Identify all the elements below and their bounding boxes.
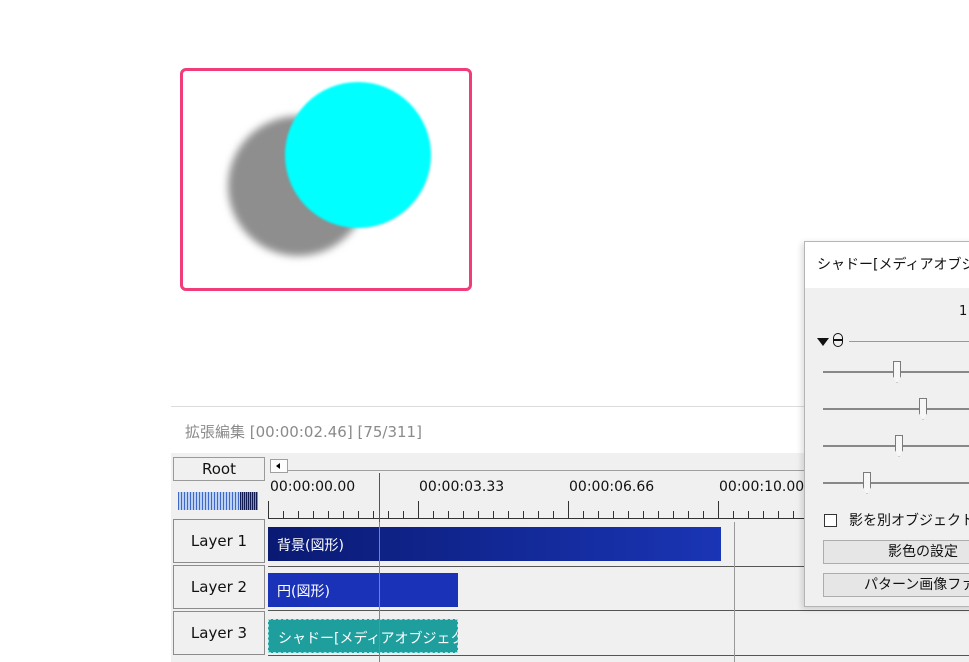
section-divider — [849, 341, 969, 342]
triangle-down-icon[interactable] — [817, 338, 829, 346]
shadow-color-button[interactable]: 影色の設定 — [823, 540, 969, 564]
scroll-left-button[interactable] — [270, 459, 288, 473]
slider-y-thumb[interactable] — [919, 398, 927, 420]
slider-blur-track[interactable] — [823, 482, 969, 484]
ruler-label: 00:00:03.33 — [419, 479, 505, 495]
circle-object[interactable] — [285, 82, 431, 228]
time-guide-line — [734, 522, 735, 662]
layer-3-label[interactable]: Layer 3 — [173, 611, 265, 655]
layer-2-label[interactable]: Layer 2 — [173, 565, 265, 609]
slider-x-thumb[interactable] — [893, 361, 901, 383]
slider-blur-thumb[interactable] — [863, 472, 871, 494]
clip-circle[interactable]: 円(図形) — [268, 573, 458, 607]
ruler-major-tick — [268, 501, 269, 519]
slider-y-track[interactable] — [823, 408, 969, 410]
mouse-icon — [833, 333, 843, 347]
separate-object-label: 影を別オブジェクトで描画 — [849, 513, 969, 529]
shadow-settings-dialog: シャドー[メディアオブジェクト] 1 影を別オブジェクトで描画 影色の設定 パタ… — [804, 241, 969, 607]
ruler-major-tick — [568, 501, 569, 519]
ruler-label: 00:00:10.00 — [719, 479, 805, 495]
ruler-major-tick — [718, 501, 719, 519]
ruler-label: 00:00:06.66 — [569, 479, 655, 495]
preview-canvas[interactable] — [180, 68, 472, 291]
row-divider — [268, 655, 969, 656]
clip-shadow-filter[interactable]: シャドー[メディアオブジェクト] — [268, 619, 458, 653]
root-button[interactable]: Root — [173, 457, 265, 481]
pattern-image-button[interactable]: パターン画像ファイル — [823, 573, 969, 597]
clip-background[interactable]: 背景(図形) — [268, 527, 721, 561]
ruler-major-tick — [418, 501, 419, 519]
layer-1-label[interactable]: Layer 1 — [173, 519, 265, 563]
playhead-marker — [379, 522, 380, 662]
ruler-label: 00:00:00.00 — [270, 479, 356, 495]
dialog-title: シャドー[メディアオブジェクト] — [805, 242, 969, 288]
slider-density-thumb[interactable] — [895, 435, 903, 457]
zoom-slider[interactable] — [178, 492, 258, 510]
separate-object-checkbox[interactable] — [824, 514, 837, 527]
dialog-number: 1 — [959, 304, 968, 319]
row-divider — [268, 610, 969, 611]
